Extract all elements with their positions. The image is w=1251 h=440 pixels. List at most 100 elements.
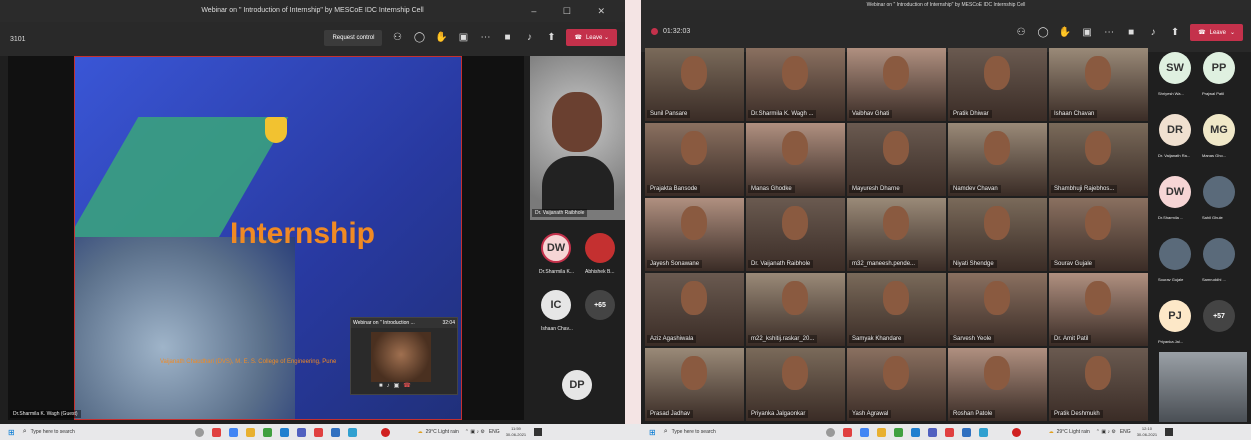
avatar-dp[interactable]: DP: [562, 370, 592, 400]
people-icon[interactable]: ⚇: [390, 31, 404, 45]
participant-name: Vaibhav Ghati: [849, 110, 893, 118]
participant-name: Ishaan Chavan: [1051, 110, 1098, 118]
taskbar-left: ⊞ ⌕ Type here to search ☁ 29°C Light rai…: [0, 424, 625, 440]
pip-window[interactable]: Webinar on " Introduction ... 32:04 ■♪▣☎: [350, 317, 458, 395]
windows-start-icon[interactable]: ⊞: [8, 428, 15, 437]
participant-video-tile[interactable]: Sarvesh Yeole: [948, 273, 1047, 346]
side-avatar[interactable]: PJ: [1159, 300, 1191, 332]
taskbar-apps[interactable]: [191, 427, 394, 437]
participant-video-tile[interactable]: Vaibhav Ghati: [847, 48, 946, 121]
rooms-icon[interactable]: ▣: [1080, 26, 1094, 40]
leave-button[interactable]: ☎ Leave ⌄: [566, 29, 617, 46]
chat-icon[interactable]: ◯: [1036, 26, 1050, 40]
notification-icon[interactable]: [534, 428, 543, 436]
clock[interactable]: 12:10 30-06-2021: [1137, 426, 1157, 438]
system-tray-icons[interactable]: ⌃ ▣ ♪ ⚙: [1096, 429, 1116, 435]
pip-controls[interactable]: ■♪▣☎: [379, 382, 415, 389]
share-icon[interactable]: ⬆: [1168, 26, 1182, 40]
app-icon: [978, 427, 988, 437]
raise-hand-icon[interactable]: ✋: [1058, 26, 1072, 40]
participant-name: Samyak Khandare: [849, 335, 905, 343]
title-bar: Webinar on " Introduction of Internship"…: [0, 0, 625, 22]
participant-video-tile[interactable]: Yash Agrawal: [847, 348, 946, 421]
side-avatar[interactable]: [1203, 176, 1235, 208]
avatar-dw[interactable]: DW: [541, 233, 571, 263]
mail-icon: [330, 427, 340, 437]
participant-video-tile[interactable]: Pratik Deshmukh: [1049, 348, 1148, 421]
participant-face: [1085, 356, 1111, 390]
self-video-tile[interactable]: [1159, 352, 1247, 422]
side-avatar[interactable]: PP: [1203, 52, 1235, 84]
participant-video-tile[interactable]: Prasad Jadhav: [645, 348, 744, 421]
language-indicator[interactable]: ENG: [489, 429, 500, 435]
avatar-ic[interactable]: IC: [541, 290, 571, 320]
video-grid: Sunil Pansare Dr.Sharmila K. Wagh ... Vaib…: [645, 48, 1150, 424]
participant-video-tile[interactable]: Sourav Gujale: [1049, 198, 1148, 271]
taskbar-search-input[interactable]: Type here to search: [672, 429, 772, 435]
camera-icon[interactable]: ■: [500, 31, 514, 45]
participant-video-tile[interactable]: Priyanka Jalgaonkar: [746, 348, 845, 421]
participant-name: Sourav Gujale: [1051, 260, 1096, 268]
system-tray-icons[interactable]: ⌃ ▣ ♪ ⚙: [465, 429, 485, 435]
participant-video-tile[interactable]: Dr.Sharmila K. Wagh ...: [746, 48, 845, 121]
windows-start-icon[interactable]: ⊞: [649, 428, 656, 437]
app-icon: [944, 427, 954, 437]
more-icon[interactable]: ⋯: [478, 31, 492, 45]
participant-video-tile[interactable]: Namdev Chavan: [948, 123, 1047, 196]
share-icon[interactable]: ⬆: [544, 31, 558, 45]
participant-name: m22_kshitij.raskar_20...: [748, 335, 818, 343]
participant-video-tile[interactable]: Dr. Amit Patil: [1049, 273, 1148, 346]
language-indicator[interactable]: ENG: [1120, 429, 1131, 435]
participant-video-tile[interactable]: m32_maneesh.pende...: [847, 198, 946, 271]
mic-icon[interactable]: ♪: [522, 31, 536, 45]
participant-name: Jayesh Sonawane: [647, 260, 703, 268]
clock[interactable]: 11:59 30-06-2021: [506, 426, 526, 438]
participant-video-tile[interactable]: Aziz Agashiwala: [645, 273, 744, 346]
participant-video-tile[interactable]: Ishaan Chavan: [1049, 48, 1148, 121]
participant-video-tile[interactable]: Shambhuji Rajebhos...: [1049, 123, 1148, 196]
cortana-icon: [825, 427, 835, 437]
participant-face: [681, 281, 707, 315]
participant-name: m32_maneesh.pende...: [849, 260, 919, 268]
avatar-abhishek[interactable]: [585, 233, 615, 263]
participant-video-tile[interactable]: Jayesh Sonawane: [645, 198, 744, 271]
mic-icon[interactable]: ♪: [1146, 26, 1160, 40]
side-avatar[interactable]: MG: [1203, 114, 1235, 146]
participant-video-tile[interactable]: Dr. Vaijanath Raibhole: [746, 198, 845, 271]
window-controls[interactable]: – ☐ ✕: [531, 0, 617, 22]
participant-video-tile[interactable]: Prajakta Bansode: [645, 123, 744, 196]
taskbar-apps[interactable]: [822, 427, 1025, 437]
participant-video-tile[interactable]: m22_kshitij.raskar_20...: [746, 273, 845, 346]
side-avatar-name: Sourav Gujale: [1158, 277, 1184, 282]
leave-button[interactable]: ☎ Leave ⌄: [1190, 24, 1243, 41]
more-participants-badge[interactable]: +65: [585, 290, 615, 320]
side-avatar[interactable]: [1203, 238, 1235, 270]
more-icon[interactable]: ⋯: [1102, 26, 1116, 40]
raise-hand-icon[interactable]: ✋: [434, 31, 448, 45]
chat-icon[interactable]: ◯: [412, 31, 426, 45]
side-avatar-name: Priyanka Jal...: [1158, 339, 1184, 344]
side-avatar[interactable]: DR: [1159, 114, 1191, 146]
notification-icon[interactable]: [1165, 428, 1174, 436]
rooms-icon[interactable]: ▣: [456, 31, 470, 45]
people-icon[interactable]: ⚇: [1014, 26, 1028, 40]
participant-video-tile[interactable]: Sunil Pansare: [645, 48, 744, 121]
camera-icon[interactable]: ■: [1124, 26, 1138, 40]
participant-video-tile[interactable]: Pratik Dhiwar: [948, 48, 1047, 121]
app-icon: [842, 427, 852, 437]
chrome-icon: [228, 427, 238, 437]
side-avatar[interactable]: DW: [1159, 176, 1191, 208]
participant-video-tile[interactable]: Roshan Patole: [948, 348, 1047, 421]
side-avatar[interactable]: SW: [1159, 52, 1191, 84]
participant-video-tile[interactable]: Manas Ghodke: [746, 123, 845, 196]
phone-icon: ☎: [574, 35, 582, 41]
participant-video-tile[interactable]: Samyak Khandare: [847, 273, 946, 346]
side-avatar[interactable]: [1159, 238, 1191, 270]
participant-video-tile[interactable]: Niyati Shendge: [948, 198, 1047, 271]
participant-video-tile[interactable]: Mayuresh Dharne: [847, 123, 946, 196]
request-control-button[interactable]: Request control: [324, 29, 383, 46]
taskbar-search-input[interactable]: Type here to search: [31, 429, 131, 435]
speaker-video-tile[interactable]: Dr. Vaijanath Raibhole: [530, 56, 625, 220]
cortana-icon: [194, 427, 204, 437]
side-avatar[interactable]: +57: [1203, 300, 1235, 332]
